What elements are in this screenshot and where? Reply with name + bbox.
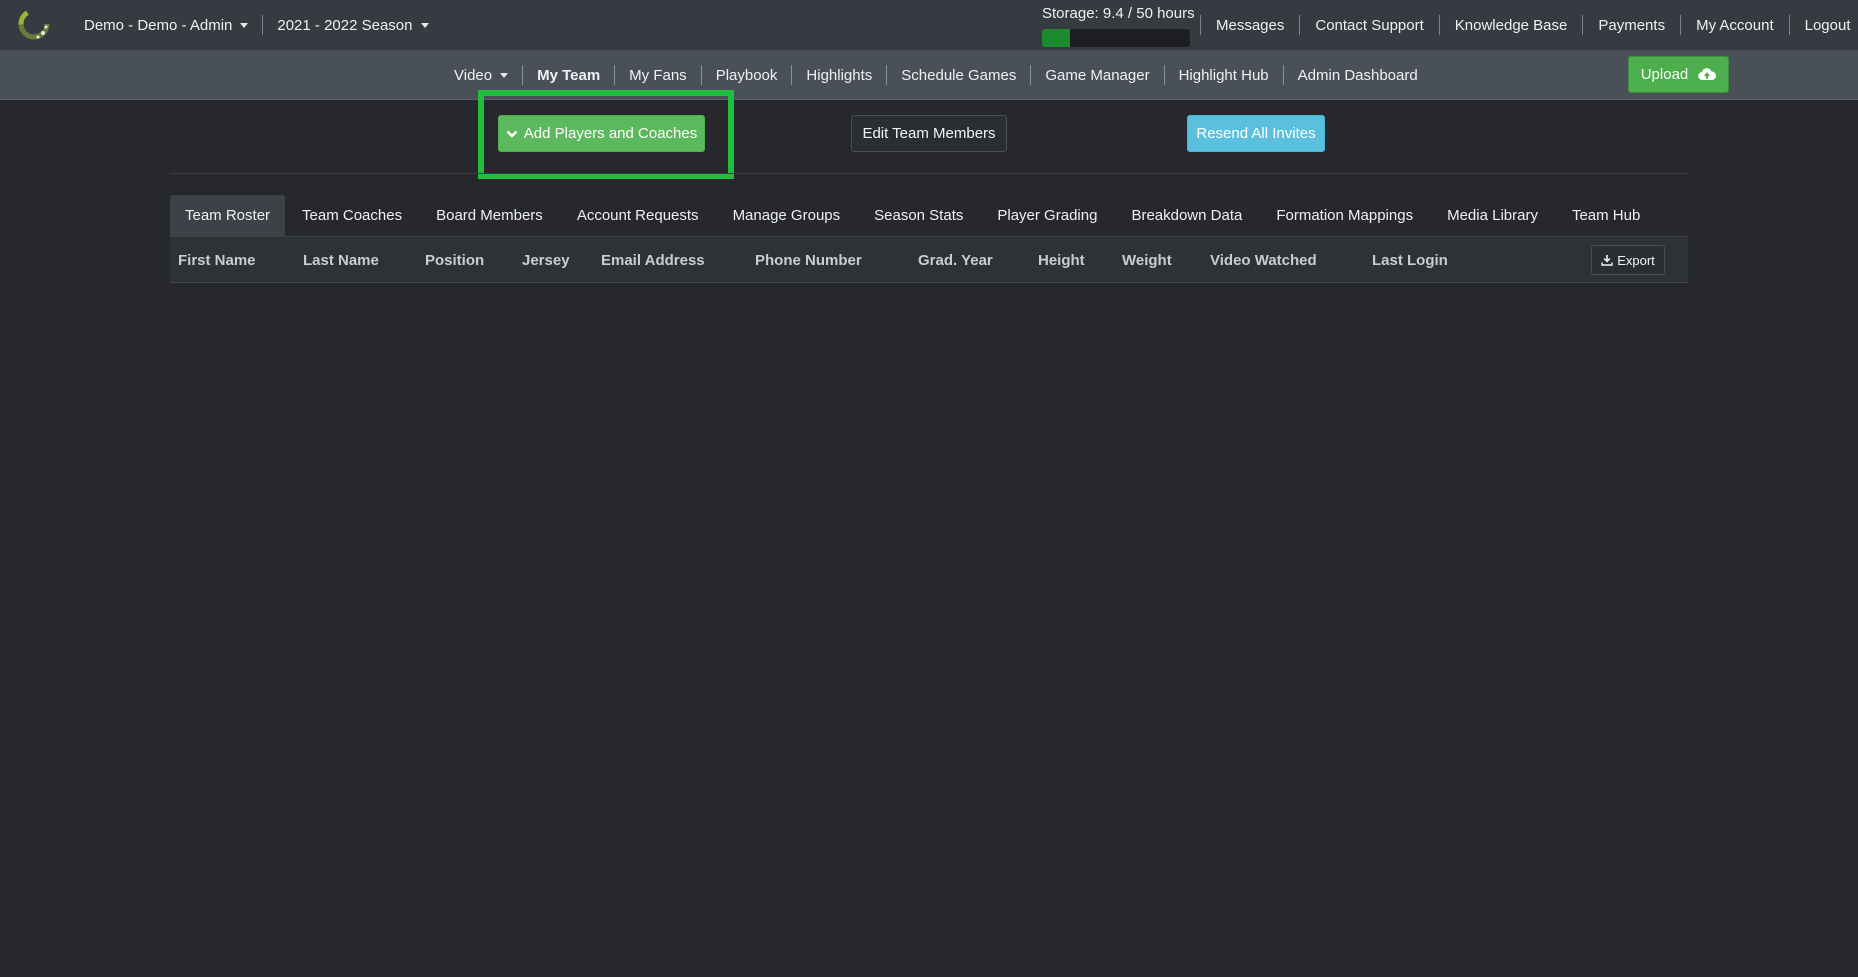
upload-button-label: Upload [1640,66,1689,83]
messages-link[interactable]: Messages [1201,17,1299,34]
tab-team-hub[interactable]: Team Hub [1555,195,1657,236]
nav-my-fans[interactable]: My Fans [615,67,701,84]
column-header-video-watched[interactable]: Video Watched [1210,237,1317,283]
nav-video-dropdown[interactable]: Video [440,67,522,84]
download-icon [1601,255,1613,266]
nav-highlight-hub[interactable]: Highlight Hub [1165,67,1283,84]
top-right-nav: Messages Contact Support Knowledge Base … [1200,0,1858,50]
roster-table-header: First Name Last Name Position Jersey Ema… [170,237,1688,283]
column-header-first-name[interactable]: First Name [178,237,256,283]
tab-account-requests[interactable]: Account Requests [560,195,716,236]
storage-progress-bar [1042,29,1190,47]
tab-board-members[interactable]: Board Members [419,195,560,236]
edit-team-members-button[interactable]: Edit Team Members [851,115,1007,152]
tab-breakdown-data[interactable]: Breakdown Data [1114,195,1259,236]
app-logo-icon[interactable] [16,6,52,42]
add-players-and-coaches-button[interactable]: Add Players and Coaches [498,115,705,152]
knowledge-base-link[interactable]: Knowledge Base [1440,17,1583,34]
nav-playbook[interactable]: Playbook [702,67,792,84]
nav-schedule-games[interactable]: Schedule Games [887,67,1030,84]
chevron-down-icon [506,130,518,138]
storage-label: Storage: 9.4 / 50 hours [1042,5,1195,22]
chevron-down-icon [420,22,429,28]
account-dropdown[interactable]: Demo - Demo - Admin [72,17,262,34]
column-header-last-login[interactable]: Last Login [1372,237,1448,283]
nav-highlights[interactable]: Highlights [792,67,886,84]
tab-media-library[interactable]: Media Library [1430,195,1555,236]
tab-team-roster[interactable]: Team Roster [170,195,286,236]
section-divider [170,173,1688,174]
payments-link[interactable]: Payments [1583,17,1680,34]
chevron-down-icon [240,22,249,28]
resend-all-invites-button[interactable]: Resend All Invites [1187,115,1325,152]
top-bar: Demo - Demo - Admin 2021 - 2022 Season S… [0,0,1858,50]
logout-link[interactable]: Logout [1790,17,1858,34]
column-header-last-name[interactable]: Last Name [303,237,379,283]
cloud-upload-icon [1698,67,1717,80]
my-account-link[interactable]: My Account [1681,17,1789,34]
tab-season-stats[interactable]: Season Stats [857,195,980,236]
nav-admin-dashboard[interactable]: Admin Dashboard [1284,67,1432,84]
tab-formation-mappings[interactable]: Formation Mappings [1259,195,1430,236]
account-dropdown-label: Demo - Demo - Admin [84,16,233,34]
season-dropdown-label: 2021 - 2022 Season [277,16,413,34]
nav-game-manager[interactable]: Game Manager [1031,67,1163,84]
add-players-and-coaches-label: Add Players and Coaches [523,125,698,142]
tab-team-coaches[interactable]: Team Coaches [285,195,419,236]
season-dropdown[interactable]: 2021 - 2022 Season [263,17,442,34]
nav-video-label: Video [454,66,493,84]
storage-progress-fill [1042,29,1070,47]
top-left-menu: Demo - Demo - Admin 2021 - 2022 Season [72,0,443,50]
export-button[interactable]: Export [1591,245,1665,275]
secondary-nav: Video My Team My Fans Playbook Highlight… [0,50,1858,100]
export-button-label: Export [1617,252,1655,268]
column-header-height[interactable]: Height [1038,237,1085,283]
column-header-position[interactable]: Position [425,237,484,283]
tab-manage-groups[interactable]: Manage Groups [716,195,858,236]
column-header-weight[interactable]: Weight [1122,237,1172,283]
column-header-email-address[interactable]: Email Address [601,237,705,283]
tab-player-grading[interactable]: Player Grading [980,195,1114,236]
nav-my-team[interactable]: My Team [523,67,614,84]
chevron-down-icon [500,72,509,78]
upload-button[interactable]: Upload [1628,56,1729,93]
column-header-phone-number[interactable]: Phone Number [755,237,862,283]
column-header-grad-year[interactable]: Grad. Year [918,237,993,283]
column-header-jersey[interactable]: Jersey [522,237,570,283]
storage-meter: Storage: 9.4 / 50 hours [1042,5,1195,47]
contact-support-link[interactable]: Contact Support [1300,17,1438,34]
team-tabs: Team Roster Team Coaches Board Members A… [170,195,1688,237]
